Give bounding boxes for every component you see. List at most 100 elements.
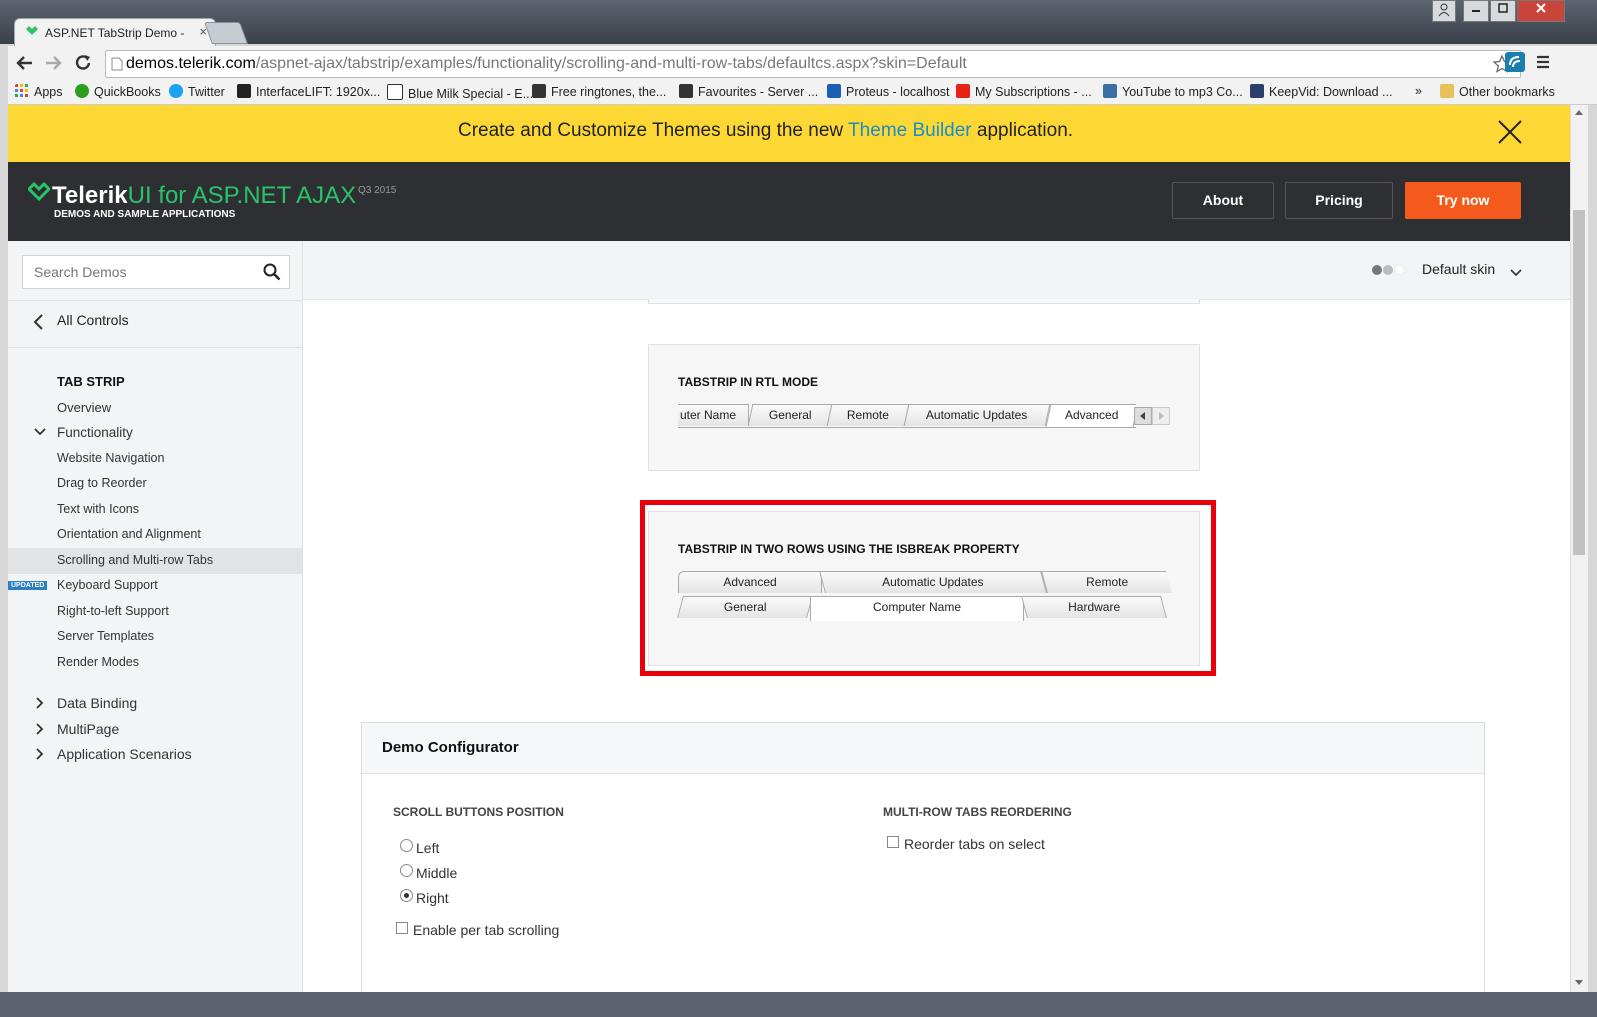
sidebar-item-functionality[interactable]: Functionality (57, 425, 133, 440)
chevron-down-icon[interactable] (1510, 269, 1522, 277)
quickbooks-icon (75, 84, 89, 98)
bookmark-label: Twitter (188, 85, 225, 99)
page-viewport: Create and Customize Themes using the ne… (8, 105, 1570, 992)
sidebar-item-application-scenarios[interactable]: Application Scenarios (57, 746, 192, 762)
bookmark-label: KeepVid: Download ... (1269, 85, 1393, 99)
address-bar[interactable]: demos.telerik.com/aspnet-ajax/tabstrip/e… (105, 50, 1521, 78)
radio-middle[interactable]: Middle (400, 864, 457, 881)
bookmark-item[interactable]: Proteus - localhost (827, 84, 950, 99)
rtl-tabstrip: uter Name General Remote Automatic Updat… (678, 404, 1136, 428)
tab-computer-name[interactable]: Computer Name (810, 596, 1024, 621)
bookmark-label: Blue Milk Special - E... (408, 87, 534, 101)
bookmark-label: Proteus - localhost (846, 85, 950, 99)
menu-icon[interactable] (1534, 53, 1552, 71)
tab-label: Remote (1086, 575, 1129, 589)
demo-title: TABSTRIP IN TWO ROWS USING THE ISBREAK P… (678, 542, 1020, 556)
configurator-title: Demo Configurator (382, 739, 519, 756)
sidebar-item-multipage[interactable]: MultiPage (57, 721, 119, 737)
sidebar-item-data-binding[interactable]: Data Binding (57, 695, 137, 711)
bookmarks-overflow-icon[interactable]: » (1415, 84, 1422, 98)
checkbox[interactable] (396, 922, 408, 934)
sidebar-item-text-with-icons[interactable]: Text with Icons (57, 502, 139, 516)
tab-advanced[interactable]: Advanced (1045, 404, 1136, 427)
radio-button[interactable] (400, 839, 413, 852)
sidebar-item-website-navigation[interactable]: Website Navigation (57, 451, 164, 465)
tab-general[interactable]: General (677, 596, 813, 618)
search-input[interactable] (32, 263, 256, 281)
banner-close-icon[interactable] (1496, 118, 1524, 146)
divider (8, 347, 302, 348)
bookmark-item[interactable]: Apps (15, 84, 63, 99)
try-now-button[interactable]: Try now (1405, 182, 1521, 219)
profile-button[interactable] (1432, 0, 1456, 22)
sidebar-item-rtl-support[interactable]: Right-to-left Support (57, 604, 169, 618)
chevron-down-icon[interactable] (34, 427, 46, 437)
sidebar-item-server-templates[interactable]: Server Templates (57, 629, 154, 643)
forward-arrow-icon[interactable] (42, 53, 64, 73)
search-box[interactable] (22, 255, 290, 289)
bookmark-item[interactable]: Twitter (169, 84, 225, 99)
sidebar-item-drag-to-reorder[interactable]: Drag to Reorder (57, 476, 147, 490)
radio-button-checked[interactable] (400, 889, 413, 902)
tab-label: General (723, 600, 767, 614)
sidebar-item-orientation[interactable]: Orientation and Alignment (57, 527, 201, 541)
radio-left[interactable]: Left (400, 839, 439, 856)
scroll-up-icon[interactable] (1574, 108, 1584, 116)
skin-dot-icon (1372, 265, 1382, 275)
bookmark-item[interactable]: Free ringtones, the... (532, 84, 666, 99)
checkbox[interactable] (887, 836, 899, 848)
bookmark-item[interactable]: QuickBooks (75, 84, 161, 99)
bookmark-label: Favourites - Server ... (698, 85, 819, 99)
maximize-button[interactable] (1490, 0, 1516, 22)
chevron-right-icon[interactable] (35, 748, 45, 760)
tab-automatic-updates[interactable]: Automatic Updates (819, 571, 1047, 593)
tab-computer-name[interactable]: uter Name (678, 404, 749, 426)
scroll-down-icon[interactable] (1574, 979, 1584, 987)
skin-selector[interactable]: Default skin (1422, 261, 1495, 277)
sidebar-item-render-modes[interactable]: Render Modes (57, 655, 139, 669)
search-icon[interactable] (263, 263, 281, 281)
telerik-logo-icon (28, 182, 50, 202)
bookmark-item[interactable]: My Subscriptions - ... (956, 84, 1092, 99)
per-tab-scrolling-checkbox[interactable]: Enable per tab scrolling (396, 922, 559, 938)
new-tab-button[interactable] (203, 22, 249, 44)
chevron-right-icon[interactable] (35, 723, 45, 735)
keepvid-icon (1250, 84, 1264, 98)
chevron-right-icon[interactable] (35, 697, 45, 709)
about-button[interactable]: About (1172, 182, 1274, 219)
tab-hardware[interactable]: Hardware (1021, 596, 1167, 618)
pricing-button[interactable]: Pricing (1285, 182, 1393, 219)
minimize-button[interactable] (1463, 0, 1489, 22)
window-close-button[interactable] (1517, 0, 1565, 22)
scroll-right-button[interactable] (1152, 407, 1170, 425)
radio-right[interactable]: Right (400, 889, 449, 906)
bookmark-item[interactable]: Favourites - Server ... (679, 84, 818, 99)
bookmark-item[interactable]: KeepVid: Download ... (1250, 84, 1392, 99)
tab-general[interactable]: General (747, 404, 833, 426)
tab-advanced[interactable]: Advanced (678, 571, 822, 593)
bookmark-item[interactable]: YouTube to mp3 Co... (1103, 84, 1243, 99)
checkbox-label: Enable per tab scrolling (413, 922, 560, 938)
scroll-left-button[interactable] (1134, 407, 1152, 425)
extension-icon[interactable] (1504, 51, 1526, 73)
bookmark-item[interactable]: InterfaceLIFT: 1920x... (237, 84, 380, 99)
theme-builder-link[interactable]: Theme Builder (848, 120, 972, 141)
tab-automatic-updates[interactable]: Automatic Updates (903, 404, 1051, 426)
reorder-tabs-checkbox[interactable]: Reorder tabs on select (887, 836, 1045, 852)
tab-remote[interactable]: Remote (1041, 571, 1172, 593)
other-bookmarks[interactable]: Other bookmarks (1440, 84, 1555, 99)
logo-product: UI for ASP.NET AJAX (127, 182, 357, 209)
bookmark-item[interactable]: Blue Milk Special - E... (387, 84, 533, 101)
sidebar-item-scrolling-multirow[interactable]: Scrolling and Multi-row Tabs (57, 553, 213, 567)
radio-button[interactable] (400, 864, 413, 877)
sidebar-item-overview[interactable]: Overview (57, 400, 111, 415)
reload-icon[interactable] (72, 52, 94, 74)
browser-tab[interactable]: ASP.NET TabStrip Demo - × (14, 18, 216, 47)
tab-label: Hardware (1068, 600, 1121, 614)
configurator-header: Demo Configurator (362, 723, 1484, 774)
back-arrow-icon[interactable] (14, 53, 36, 73)
sidebar-item-keyboard-support[interactable]: Keyboard Support (57, 578, 158, 592)
scrollbar-thumb[interactable] (1573, 210, 1585, 555)
tab-remote[interactable]: Remote (826, 404, 910, 426)
demo-title: TABSTRIP IN RTL MODE (678, 375, 819, 389)
